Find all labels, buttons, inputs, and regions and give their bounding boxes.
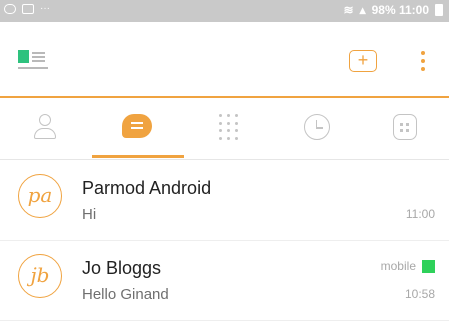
signal-icon: ▴ (359, 3, 366, 17)
tab-chats[interactable] (92, 98, 181, 160)
contact-icon (33, 114, 57, 140)
avatar: jb (18, 254, 62, 298)
active-tab-indicator (92, 155, 184, 158)
message-time: 10:58 (404, 287, 435, 301)
compose-button[interactable]: + (349, 50, 377, 72)
tab-bar (0, 98, 449, 160)
status-icons-right: ≋ ▴ 98% 11:00 (344, 3, 443, 17)
status-clock: 98% 11:00 (371, 3, 429, 17)
device-tag: mobile (381, 259, 435, 273)
chat-icon (121, 114, 152, 140)
tab-dialpad[interactable] (184, 98, 273, 160)
menu-toggle-icon[interactable] (18, 50, 54, 72)
battery-icon (435, 4, 443, 16)
conversation-row[interactable]: pa Parmod Android Hi 11:00 (0, 161, 449, 241)
history-icon (303, 114, 330, 140)
voicemail-icon (392, 114, 417, 140)
conversation-row[interactable]: jb Jo Bloggs Hello Ginand mobile 10:58 (0, 241, 449, 321)
tab-history[interactable] (272, 98, 361, 160)
last-message: Hi (82, 206, 97, 223)
last-message: Hello Ginand (82, 286, 169, 303)
dialpad-icon (218, 114, 240, 140)
app-bar: + (0, 22, 449, 98)
avatar: pa (18, 174, 62, 218)
contact-name: Jo Bloggs (82, 258, 162, 278)
device-label: mobile (380, 259, 416, 273)
more-vert-icon[interactable] (418, 49, 428, 73)
message-icon (22, 4, 34, 14)
message-time: 11:00 (405, 207, 435, 221)
conversation-list: pa Parmod Android Hi 11:00 jb Jo Bloggs … (0, 161, 449, 321)
tab-contacts[interactable] (0, 98, 89, 160)
overflow-icon: ··· (40, 3, 50, 14)
presence-indicator (422, 259, 435, 273)
tab-voicemail[interactable] (360, 98, 449, 160)
status-icons-left: ··· (4, 4, 52, 14)
contact-name: Parmod Android (82, 178, 212, 198)
plus-icon: + (357, 50, 369, 70)
notification-icon (4, 4, 16, 14)
wifi-icon: ≋ (343, 3, 354, 17)
status-bar: ··· ≋ ▴ 98% 11:00 (0, 0, 449, 22)
